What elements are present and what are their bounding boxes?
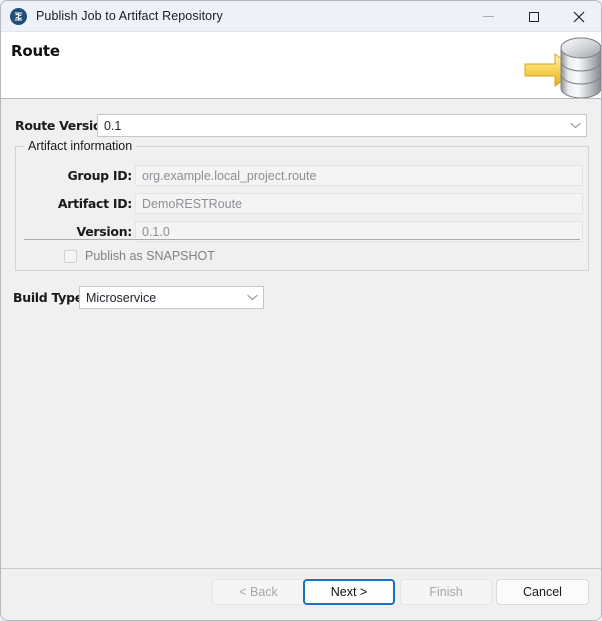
maximize-icon bbox=[528, 11, 539, 22]
dialog-window: Publish Job to Artifact Repository Route bbox=[0, 0, 602, 621]
window-title: Publish Job to Artifact Repository bbox=[36, 9, 223, 23]
chevron-down-icon[interactable] bbox=[564, 122, 586, 129]
finish-button[interactable]: Finish bbox=[400, 579, 492, 605]
artifact-information-group: Artifact information Group ID: org.examp… bbox=[15, 139, 590, 271]
artifact-id-label: Artifact ID: bbox=[57, 196, 132, 211]
minimize-icon bbox=[483, 16, 494, 17]
artifact-id-row: Artifact ID: DemoRESTRoute bbox=[16, 193, 590, 214]
button-bar: < Back Next > Finish Cancel bbox=[1, 569, 601, 620]
back-button[interactable]: < Back bbox=[212, 579, 305, 605]
build-type-label: Build Type bbox=[13, 290, 83, 305]
artifact-information-legend: Artifact information bbox=[24, 139, 137, 153]
build-type-combo[interactable]: Microservice bbox=[79, 286, 264, 309]
wizard-content: Route Version 0.1 Artifact information G… bbox=[1, 99, 601, 568]
group-separator bbox=[24, 239, 580, 240]
page-title: Route bbox=[11, 42, 60, 60]
minimize-button[interactable] bbox=[466, 1, 511, 32]
maximize-button[interactable] bbox=[511, 1, 556, 32]
group-id-row: Group ID: org.example.local_project.rout… bbox=[16, 165, 590, 186]
database-import-arrow-icon bbox=[517, 32, 601, 98]
route-version-combo[interactable]: 0.1 bbox=[97, 114, 587, 137]
wizard-header: Route bbox=[1, 32, 601, 99]
publish-as-snapshot-checkbox[interactable] bbox=[64, 249, 77, 263]
group-id-label: Group ID: bbox=[67, 168, 132, 183]
group-id-input[interactable]: org.example.local_project.route bbox=[135, 165, 583, 186]
route-version-row: Route Version 0.1 bbox=[15, 114, 587, 137]
version-label: Version: bbox=[76, 224, 133, 239]
close-button[interactable] bbox=[556, 1, 601, 32]
publish-as-snapshot-label: Publish as SNAPSHOT bbox=[85, 249, 215, 263]
talend-circle-icon bbox=[10, 7, 27, 25]
next-button[interactable]: Next > bbox=[303, 579, 395, 605]
cancel-button[interactable]: Cancel bbox=[496, 579, 589, 605]
route-version-value: 0.1 bbox=[104, 118, 122, 133]
publish-as-snapshot-row[interactable]: Publish as SNAPSHOT bbox=[64, 248, 215, 264]
title-bar: Publish Job to Artifact Repository bbox=[1, 1, 601, 32]
chevron-down-icon[interactable] bbox=[241, 294, 263, 301]
artifact-id-input[interactable]: DemoRESTRoute bbox=[135, 193, 583, 214]
route-version-label: Route Version bbox=[15, 118, 110, 133]
close-icon bbox=[573, 11, 585, 23]
window-controls bbox=[466, 1, 601, 32]
build-type-value: Microservice bbox=[86, 290, 157, 305]
